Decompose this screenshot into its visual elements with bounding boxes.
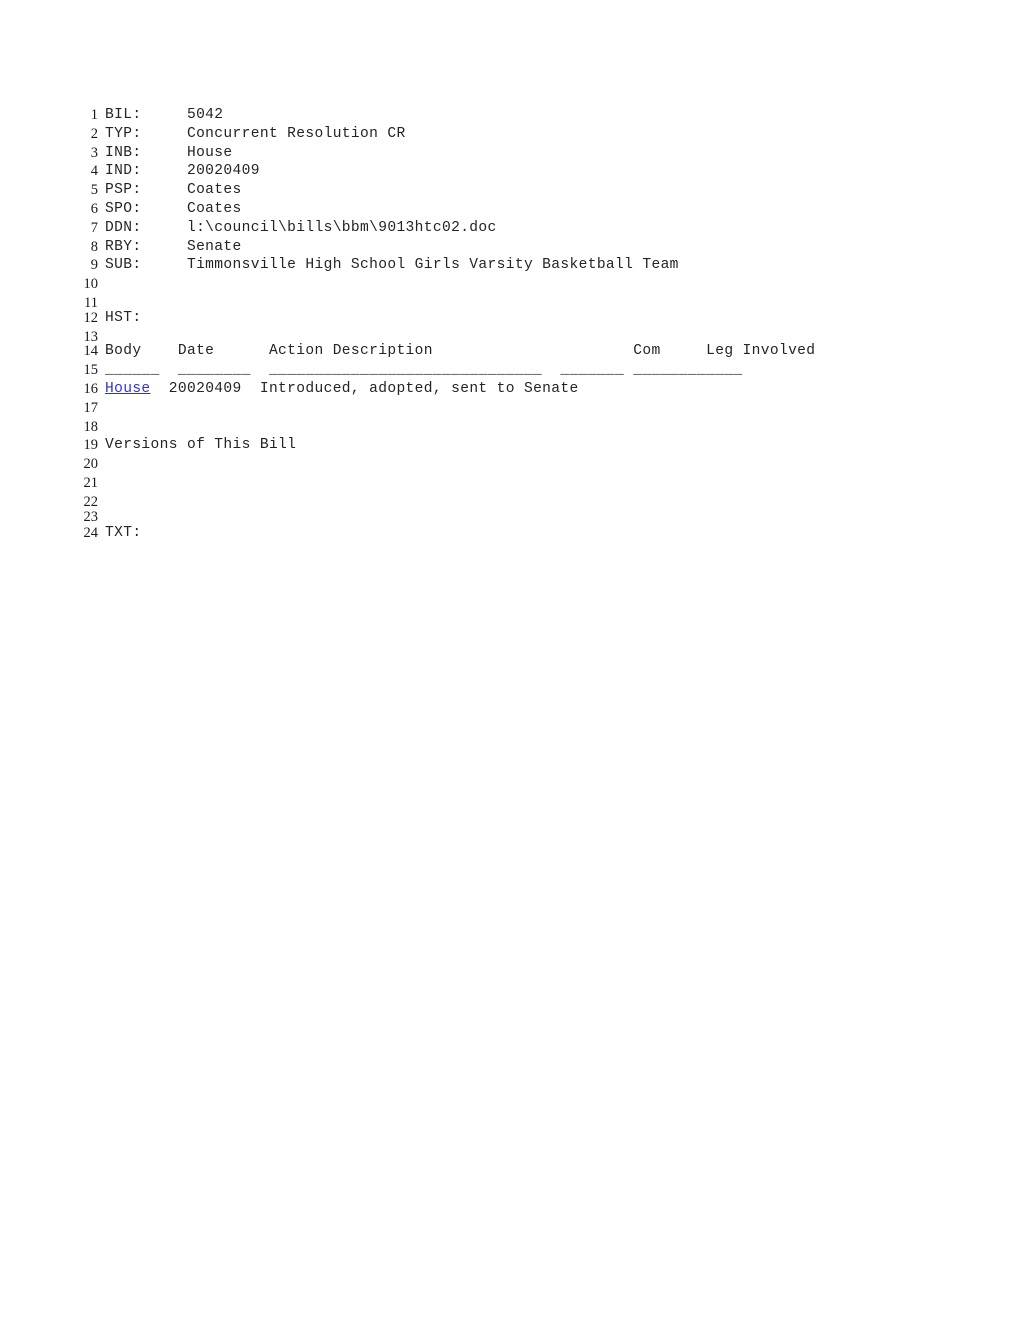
- source-line: 5 PSP: Coates: [72, 181, 972, 200]
- source-line: 2 TYP: Concurrent Resolution CR: [72, 125, 972, 144]
- history-table-row: 16 House 20020409 Introduced, adopted, s…: [72, 380, 972, 399]
- source-line: 12 HST:: [72, 309, 972, 328]
- source-line: 1 BIL: 5042: [72, 106, 972, 125]
- line-number: 1: [90, 107, 98, 123]
- history-rule-row: 15 ______ ________ _____________________…: [72, 361, 972, 380]
- line-number: 3: [90, 144, 98, 161]
- line-number: 12: [83, 309, 99, 326]
- source-line: 10: [72, 275, 972, 294]
- line-number: 18: [83, 418, 99, 435]
- line-number: 9: [90, 257, 98, 274]
- line-number: 14: [83, 343, 99, 360]
- source-line: 7 DDN: l:\council\bills\bbm\9013htc02.do…: [72, 219, 972, 238]
- source-line: 4 IND: 20020409: [72, 162, 972, 181]
- line-number: 21: [83, 474, 99, 491]
- line-number: 10: [83, 276, 99, 293]
- line-content: IND: 20020409: [105, 163, 260, 180]
- document-page: 1 BIL: 5042 2 TYP: Concurrent Resolution…: [0, 0, 1020, 1320]
- line-number: 20: [83, 456, 99, 473]
- line-content: PSP: Coates: [105, 182, 242, 199]
- history-row-rest: 20020409 Introduced, adopted, sent to Se…: [150, 380, 579, 397]
- line-content: TYP: Concurrent Resolution CR: [105, 125, 406, 142]
- source-line: 3 INB: House: [72, 144, 972, 163]
- line-number: 15: [83, 362, 99, 379]
- line-content: TXT:: [105, 525, 142, 542]
- line-number: 4: [90, 163, 98, 180]
- source-line: 8 RBY: Senate: [72, 238, 972, 257]
- line-content: INB: House: [105, 144, 233, 161]
- line-number: 16: [83, 380, 99, 397]
- line-number: 17: [83, 399, 99, 416]
- line-content: DDN: l:\council\bills\bbm\9013htc02.doc: [105, 219, 497, 236]
- line-content: HST:: [105, 309, 142, 326]
- source-line: 6 SPO: Coates: [72, 200, 972, 219]
- line-number: 2: [90, 125, 98, 142]
- line-content: SPO: Coates: [105, 200, 242, 217]
- bill-text-body: 1 BIL: 5042 2 TYP: Concurrent Resolution…: [72, 106, 972, 543]
- line-number: 6: [90, 200, 98, 217]
- history-row-content: House 20020409 Introduced, adopted, sent…: [105, 380, 579, 399]
- source-line: 21: [72, 474, 972, 493]
- line-number: 8: [90, 238, 98, 255]
- source-line: 9 SUB: Timmonsville High School Girls Va…: [72, 256, 972, 275]
- source-line: 17: [72, 399, 972, 418]
- line-content: SUB: Timmonsville High School Girls Vars…: [105, 257, 679, 274]
- source-line: 24 TXT:: [72, 524, 972, 543]
- versions-heading: Versions of This Bill: [105, 437, 297, 454]
- versions-heading-row: 19 Versions of This Bill: [72, 436, 972, 455]
- history-header-row: 14 Body Date Action Description Com Leg …: [72, 342, 972, 361]
- line-number: 5: [90, 182, 98, 199]
- source-line: 18: [72, 418, 972, 437]
- history-rule-text: ______ ________ ________________________…: [105, 362, 743, 379]
- history-header-text: Body Date Action Description Com Leg Inv…: [105, 343, 816, 360]
- line-number: 19: [83, 437, 99, 454]
- line-number: 7: [90, 219, 98, 236]
- line-content: BIL: 5042: [105, 107, 224, 123]
- history-body-link[interactable]: House: [105, 381, 151, 397]
- source-line: 20: [72, 455, 972, 474]
- line-number: 24: [83, 525, 99, 542]
- line-content: RBY: Senate: [105, 238, 242, 255]
